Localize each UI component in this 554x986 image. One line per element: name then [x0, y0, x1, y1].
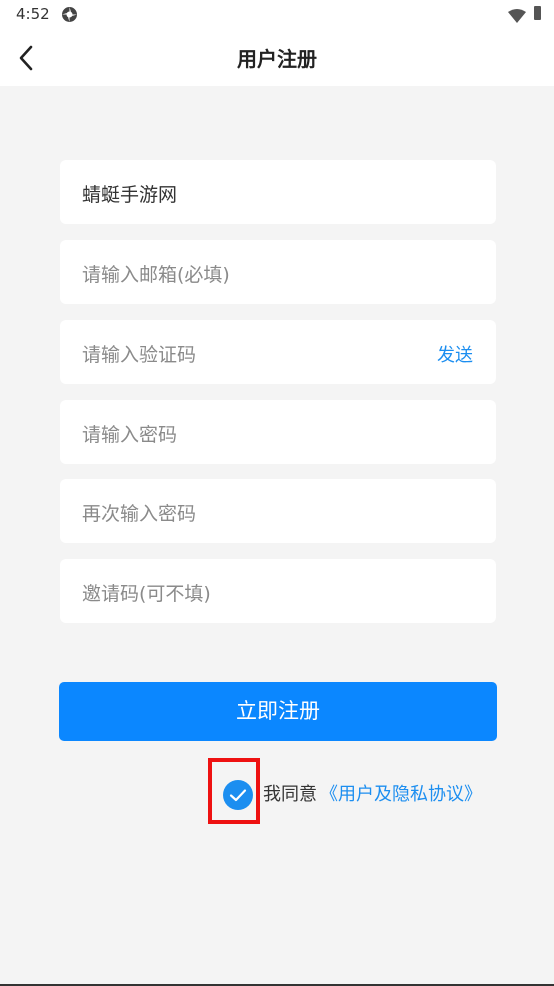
- email-field[interactable]: 请输入邮箱(必填): [60, 240, 496, 304]
- app-notification-icon: [61, 6, 78, 27]
- page-title: 用户注册: [237, 47, 317, 71]
- confirm-password-field[interactable]: 再次输入密码: [60, 479, 496, 543]
- privacy-agreement-link[interactable]: 《用户及隐私协议》: [320, 780, 482, 806]
- verification-code-field[interactable]: 请输入验证码 发送: [60, 320, 496, 384]
- agree-checkbox[interactable]: [223, 780, 253, 810]
- send-code-button[interactable]: 发送: [437, 341, 473, 367]
- code-placeholder: 请输入验证码: [82, 344, 197, 366]
- confirm-password-placeholder: 再次输入密码: [82, 503, 197, 525]
- agreement-prefix: 我同意: [263, 784, 317, 805]
- title-bar: 用户注册: [0, 30, 554, 86]
- username-value: 蜻蜓手游网: [82, 184, 178, 206]
- wifi-icon: [508, 8, 526, 27]
- register-button[interactable]: 立即注册: [59, 682, 497, 741]
- username-field[interactable]: 蜻蜓手游网: [60, 160, 496, 224]
- battery-icon: [534, 6, 541, 20]
- status-time: 4:52: [16, 5, 50, 23]
- status-bar: 4:52: [0, 0, 554, 30]
- checkmark-icon: [229, 789, 247, 802]
- invite-code-field[interactable]: 邀请码(可不填): [60, 559, 496, 623]
- password-field[interactable]: 请输入密码: [60, 400, 496, 464]
- invite-code-placeholder: 邀请码(可不填): [82, 583, 211, 605]
- password-placeholder: 请输入密码: [82, 424, 178, 446]
- email-placeholder: 请输入邮箱(必填): [82, 264, 230, 286]
